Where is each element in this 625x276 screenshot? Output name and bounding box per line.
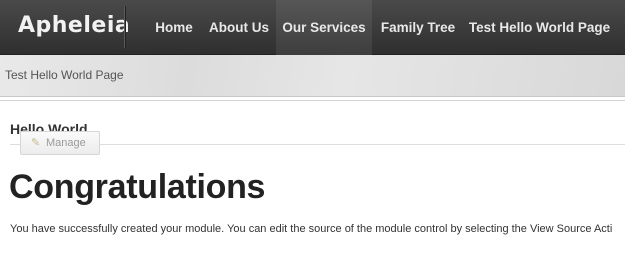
nav-item-home[interactable]: Home (147, 0, 201, 55)
page-content: Hello World ✎ Manage Congratulations You … (0, 100, 625, 276)
nav-item-family-tree[interactable]: Family Tree (375, 0, 461, 55)
manage-button[interactable]: ✎ Manage (20, 131, 100, 155)
logo-divider (124, 6, 125, 48)
top-navigation-bar: Apheleia Home About Us Our Services Fami… (0, 0, 625, 55)
nav-item-about-us[interactable]: About Us (205, 0, 273, 55)
module-message: You have successfully created your modul… (10, 223, 613, 235)
nav-item-our-services[interactable]: Our Services (276, 0, 372, 55)
site-logo[interactable]: Apheleia (18, 13, 130, 38)
pencil-icon: ✎ (31, 137, 41, 149)
page-heading: Congratulations (9, 168, 266, 206)
nav-item-test-hello-world-page[interactable]: Test Hello World Page (466, 0, 613, 55)
breadcrumb[interactable]: Test Hello World Page (5, 68, 124, 82)
breadcrumb-bar: Test Hello World Page (0, 55, 625, 97)
module-title-divider (10, 144, 625, 145)
manage-button-label: Manage (46, 137, 86, 149)
